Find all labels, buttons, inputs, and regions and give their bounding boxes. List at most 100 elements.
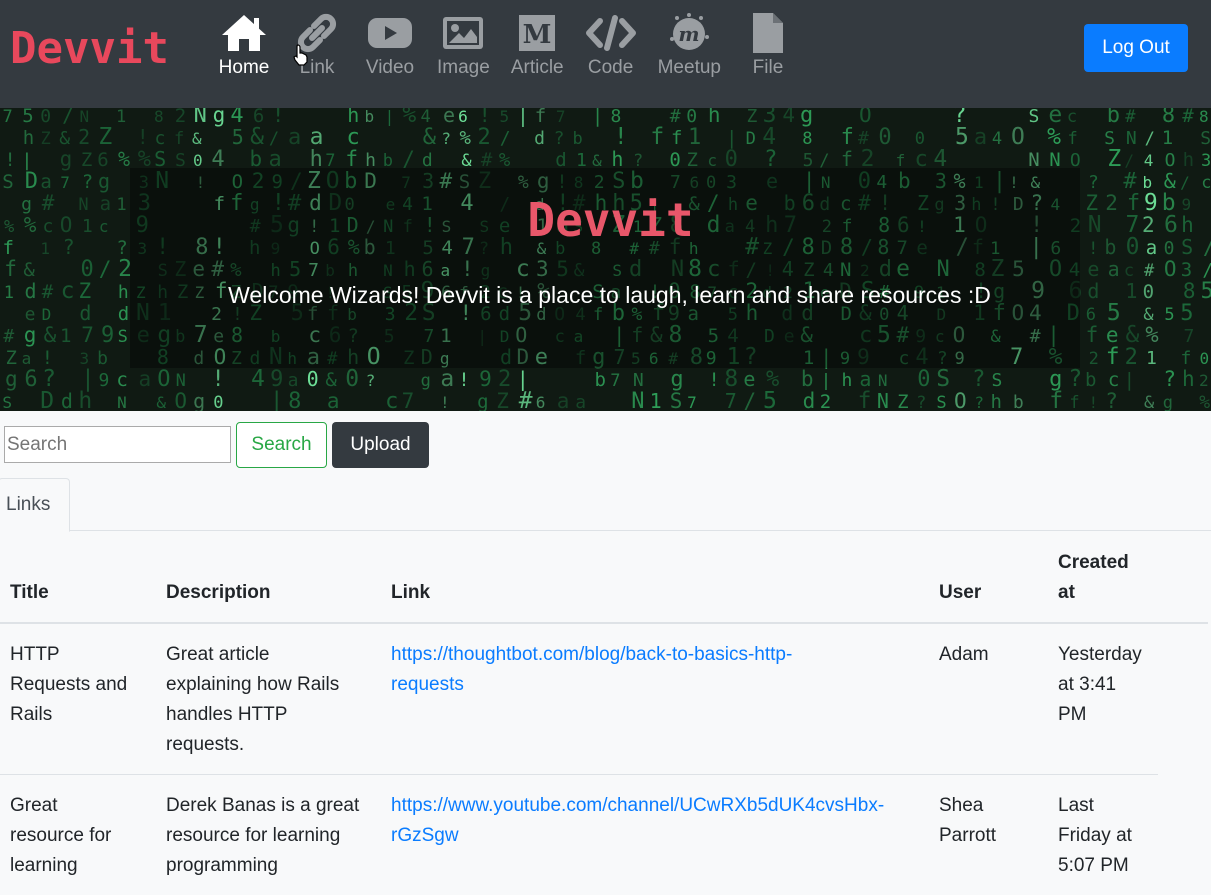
svg-text:f: f xyxy=(174,129,184,149)
svg-text:D: D xyxy=(25,169,38,194)
svg-text:d: d xyxy=(534,128,545,149)
svg-text:b: b xyxy=(573,129,583,149)
svg-text:!: ! xyxy=(440,393,450,411)
logout-button[interactable]: Log Out xyxy=(1084,24,1188,72)
svg-text:a: a xyxy=(327,389,340,411)
svg-text:?: ? xyxy=(1088,172,1099,193)
nav-item-article[interactable]: M Article xyxy=(511,10,564,80)
svg-text:M: M xyxy=(523,20,552,50)
svg-text:O: O xyxy=(1164,257,1177,281)
svg-text:7: 7 xyxy=(2,108,12,127)
svg-text:5: 5 xyxy=(22,108,33,127)
nav-label-video: Video xyxy=(365,57,415,78)
svg-text:N: N xyxy=(633,370,644,391)
svg-text:S: S xyxy=(670,389,683,411)
svg-text:e: e xyxy=(1087,257,1099,281)
brand-logo[interactable]: Devvit xyxy=(10,24,169,74)
svg-text:7: 7 xyxy=(687,393,697,411)
svg-text:O: O xyxy=(859,108,872,127)
svg-text:a: a xyxy=(288,125,301,150)
resource-link[interactable]: https://thoughtbot.com/blog/back-to-basi… xyxy=(391,640,792,700)
svg-text:h: h xyxy=(991,391,1002,411)
svg-text:N: N xyxy=(80,108,90,126)
svg-text:/: / xyxy=(269,129,279,149)
home-icon xyxy=(218,10,270,56)
svg-text:?: ? xyxy=(1068,366,1082,392)
svg-text:f: f xyxy=(4,257,17,281)
svg-text:4: 4 xyxy=(782,108,795,127)
svg-text:|: | xyxy=(592,108,603,127)
nav-label-code: Code xyxy=(587,57,634,78)
svg-text:2: 2 xyxy=(477,125,490,150)
svg-text:/: / xyxy=(744,389,757,411)
nav-item-meetup[interactable]: m Meetup xyxy=(658,10,721,80)
nav-label-meetup: Meetup xyxy=(657,57,721,78)
nav-item-home[interactable]: Home xyxy=(218,10,270,80)
svg-text:c: c xyxy=(385,389,398,411)
svg-text:g: g xyxy=(60,147,73,171)
svg-text:!: ! xyxy=(708,369,719,391)
svg-text:N: N xyxy=(117,393,127,411)
svg-text:h: h xyxy=(708,108,721,127)
cell-link: https://www.youtube.com/channel/UCwRXb5d… xyxy=(391,791,884,851)
svg-text:D: D xyxy=(746,129,756,149)
meetup-icon: m xyxy=(663,10,715,56)
svg-text:|: | xyxy=(22,150,33,171)
svg-text:N: N xyxy=(878,371,888,390)
svg-text:6: 6 xyxy=(458,108,468,126)
svg-text:&: & xyxy=(192,129,202,148)
links-table: Title Description Link User Created at H… xyxy=(0,531,1208,895)
svg-text:a: a xyxy=(288,370,299,391)
nav-label-article: Article xyxy=(510,57,564,78)
cell-title: HTTP Requests and Rails xyxy=(10,644,128,725)
svg-text:g: g xyxy=(800,108,813,128)
svg-text:h: h xyxy=(1182,367,1195,391)
svg-text:c: c xyxy=(707,151,717,170)
svg-text:f: f xyxy=(1069,393,1079,411)
svg-text:g: g xyxy=(24,323,37,347)
svg-text:g: g xyxy=(98,169,110,193)
svg-text:8: 8 xyxy=(154,108,164,126)
svg-text:d: d xyxy=(555,149,566,171)
nav-item-code[interactable]: Code xyxy=(585,10,637,80)
svg-text:&: & xyxy=(325,369,337,391)
svg-text:!: ! xyxy=(212,367,225,392)
svg-text:Z: Z xyxy=(746,108,757,127)
svg-text:b: b xyxy=(1085,369,1096,391)
svg-text:|: | xyxy=(821,371,831,391)
nav-item-image[interactable]: Image xyxy=(437,10,490,80)
svg-text:D: D xyxy=(40,388,54,411)
svg-text:0: 0 xyxy=(213,393,223,411)
svg-text:%: % xyxy=(402,108,416,128)
svg-text:7: 7 xyxy=(556,108,566,126)
svg-text:2: 2 xyxy=(78,125,90,149)
svg-text:f: f xyxy=(1086,323,1099,347)
svg-text:g: g xyxy=(5,367,18,391)
svg-text:!: ! xyxy=(271,108,284,128)
search-button[interactable]: Search xyxy=(236,422,327,468)
svg-text:b: b xyxy=(365,108,375,126)
svg-text:c: c xyxy=(1067,108,1077,127)
svg-text:6: 6 xyxy=(97,149,108,171)
upload-button[interactable]: Upload xyxy=(332,422,429,468)
svg-text:N: N xyxy=(631,389,644,411)
nav-item-video[interactable]: Video xyxy=(364,10,416,80)
svg-text:d: d xyxy=(422,150,433,171)
svg-text:2: 2 xyxy=(820,391,831,411)
resource-link[interactable]: https://www.youtube.com/channel/UCwRXb5d… xyxy=(391,791,884,851)
tab-links[interactable]: Links xyxy=(0,478,70,532)
svg-text:|: | xyxy=(385,108,395,126)
svg-text:&: & xyxy=(1144,393,1155,411)
nav-item-file[interactable]: File xyxy=(742,10,794,80)
svg-text:4: 4 xyxy=(1144,151,1154,170)
svg-text:%: % xyxy=(499,149,511,171)
search-input[interactable] xyxy=(4,426,231,463)
svg-text:6: 6 xyxy=(24,367,37,392)
svg-text:0: 0 xyxy=(1199,349,1209,368)
svg-text:a: a xyxy=(557,389,570,411)
svg-text:%: % xyxy=(459,127,471,149)
svg-text:S: S xyxy=(175,150,186,171)
svg-text:g: g xyxy=(193,389,205,411)
svg-text:f: f xyxy=(841,147,853,171)
svg-text:2: 2 xyxy=(1125,345,1138,370)
